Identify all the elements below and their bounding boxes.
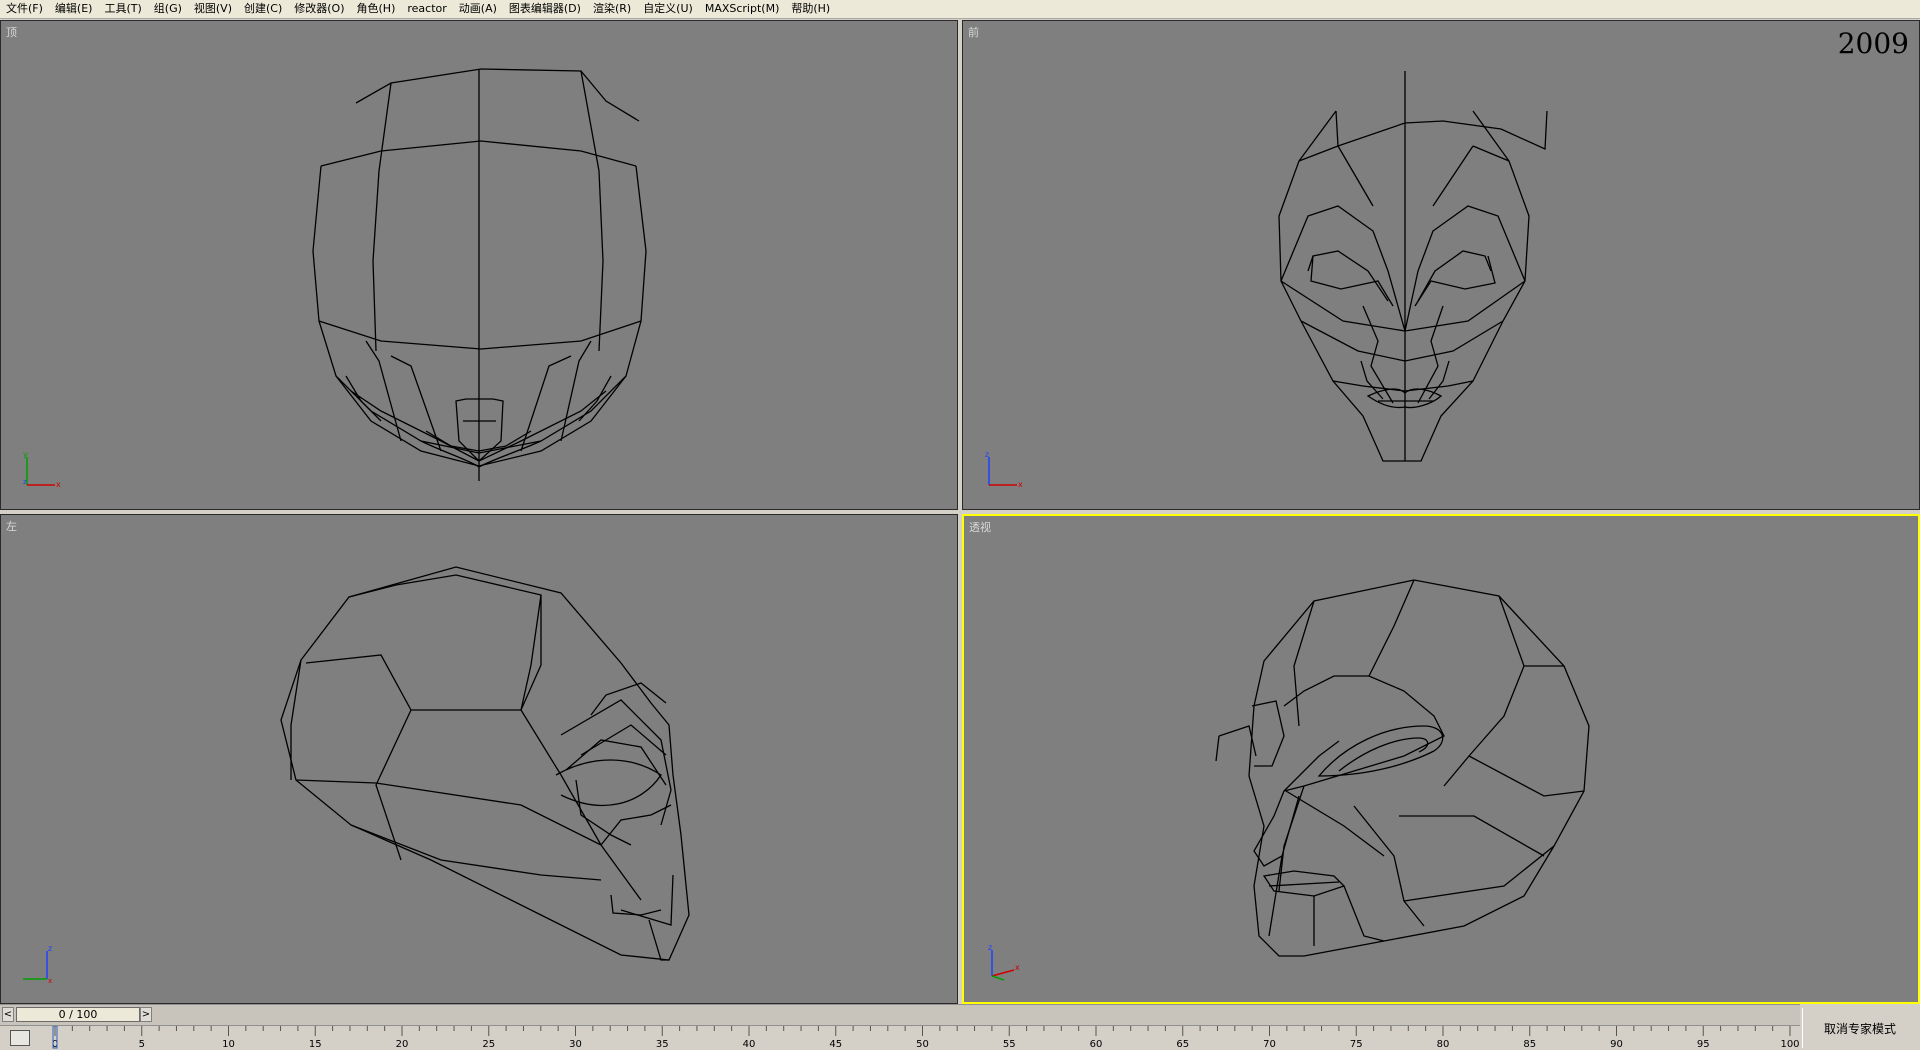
menu-tools[interactable]: 工具(T) <box>98 0 147 18</box>
axis-gizmo-top: y x z <box>23 451 61 489</box>
menu-modifiers[interactable]: 修改器(O) <box>288 0 350 18</box>
viewport-top[interactable]: 顶 y x z <box>0 20 958 510</box>
time-prev-button[interactable]: < <box>2 1007 14 1022</box>
ruler-tick-label: 70 <box>1263 1039 1276 1050</box>
menu-graph-editors[interactable]: 图表编辑器(D) <box>503 0 587 18</box>
track-bar-icon[interactable] <box>10 1030 30 1046</box>
wireframe-head-front <box>1278 71 1548 462</box>
menu-character[interactable]: 角色(H) <box>351 0 402 18</box>
axis-label-y: y <box>23 451 28 459</box>
ruler-tick-label: 25 <box>482 1039 495 1050</box>
axis-label-z: z <box>23 478 27 486</box>
timeline-area: < 0 / 100 > 0 5 10 15 20 25 30 35 40 45 50 55 60 65 70… <box>0 1004 1920 1050</box>
ruler-tick-label: 15 <box>309 1039 322 1050</box>
menu-views[interactable]: 视图(V) <box>188 0 238 18</box>
axis-label-z: z <box>48 945 52 953</box>
menu-bar: 文件(F) 编辑(E) 工具(T) 组(G) 视图(V) 创建(C) 修改器(O… <box>0 0 1920 19</box>
axis-label-x: x <box>48 977 52 985</box>
ruler-tick-label: 40 <box>743 1039 756 1050</box>
track-bar[interactable]: 0 5 10 15 20 25 30 35 40 45 50 55 60 65 70 75 80 85 90 95 10… <box>0 1026 1800 1050</box>
ruler-tick-label: 95 <box>1697 1039 1710 1050</box>
axis-label-x: x <box>1015 963 1020 972</box>
menu-maxscript[interactable]: MAXScript(M) <box>699 0 786 18</box>
axis-label-z: z <box>988 944 992 952</box>
axis-gizmo-perspective: z x <box>988 944 1020 981</box>
ruler-tick-label: 80 <box>1437 1039 1450 1050</box>
ruler-tick-label: 65 <box>1176 1039 1189 1050</box>
ruler-tick-label: 75 <box>1350 1039 1363 1050</box>
ruler-tick-label: 10 <box>222 1039 235 1050</box>
axis-gizmo-left: z x <box>23 945 52 985</box>
ruler-tick-label: 60 <box>1090 1039 1103 1050</box>
time-slider[interactable]: < 0 / 100 > <box>0 1004 1800 1026</box>
ruler-tick-label: 55 <box>1003 1039 1016 1050</box>
menu-file[interactable]: 文件(F) <box>0 0 49 18</box>
axis-label-z: z <box>985 451 989 459</box>
axis-label-x: x <box>1018 480 1023 489</box>
ruler-tick-label: 45 <box>829 1039 842 1050</box>
ruler-tick-label: 90 <box>1610 1039 1623 1050</box>
viewport-left[interactable]: 左 z x <box>0 514 958 1004</box>
ruler-tick-label: 5 <box>139 1039 145 1050</box>
menu-create[interactable]: 创建(C) <box>238 0 288 18</box>
menu-animation[interactable]: 动画(A) <box>453 0 503 18</box>
ruler-tick-label: 85 <box>1523 1039 1536 1050</box>
ruler-tick-label: 35 <box>656 1039 669 1050</box>
menu-customize[interactable]: 自定义(U) <box>637 0 699 18</box>
axis-gizmo-front: z x <box>985 451 1023 489</box>
menu-rendering[interactable]: 渲染(R) <box>587 0 637 18</box>
wireframe-head-left <box>280 566 690 961</box>
viewport-perspective[interactable]: 透视 z x <box>962 514 1920 1004</box>
ruler-tick-label: 100 <box>1780 1039 1799 1050</box>
ruler-tick-label: 20 <box>396 1039 409 1050</box>
menu-edit[interactable]: 编辑(E) <box>49 0 99 18</box>
track-ruler: 0 5 10 15 20 25 30 35 40 45 50 55 60 65 70 75 80 85 90 95 10… <box>52 1026 1800 1050</box>
time-next-button[interactable]: > <box>140 1007 152 1022</box>
menu-group[interactable]: 组(G) <box>148 0 188 18</box>
cancel-expert-mode-button[interactable]: 取消专家模式 <box>1802 1008 1917 1048</box>
menu-help[interactable]: 帮助(H) <box>785 0 836 18</box>
wireframe-head-perspective <box>1215 579 1590 957</box>
ruler-tick-label: 50 <box>916 1039 929 1050</box>
ruler-tick-label: 30 <box>569 1039 582 1050</box>
axis-label-x: x <box>56 480 61 489</box>
wireframe-head-top <box>312 68 647 481</box>
menu-reactor[interactable]: reactor <box>401 0 452 18</box>
viewport-front[interactable]: 前 2009 z x <box>962 20 1920 510</box>
time-slider-thumb[interactable]: 0 / 100 <box>16 1007 140 1022</box>
